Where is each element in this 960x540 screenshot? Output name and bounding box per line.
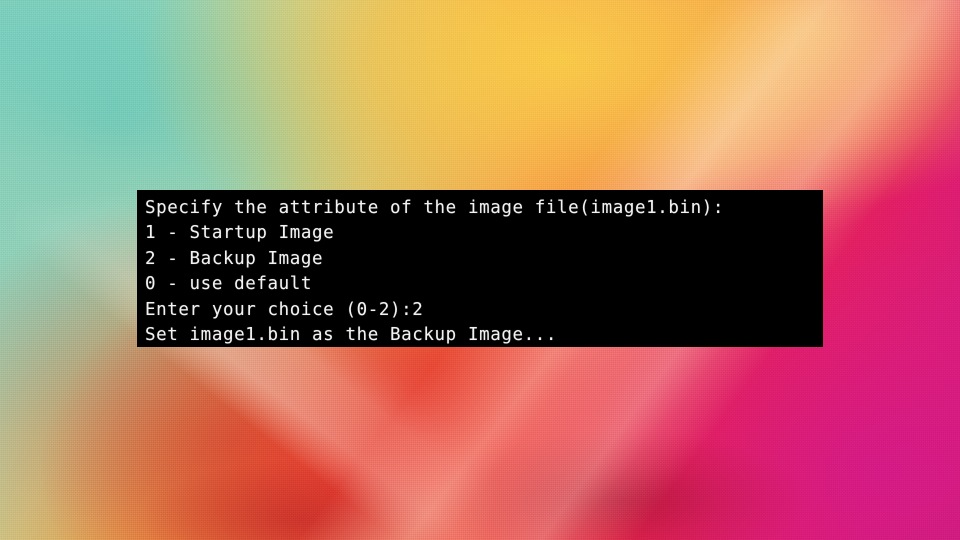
terminal-console[interactable]: Specify the attribute of the image file(… [137,190,823,347]
terminal-line-result: Set image1.bin as the Backup Image... [145,325,558,346]
terminal-line-option-default: 0 - use default [145,274,313,295]
terminal-line-choice-input[interactable]: Enter your choice (0-2):2 [145,298,823,323]
screen: Specify the attribute of the image file(… [0,0,960,540]
terminal-line-option-startup: 1 - Startup Image [145,223,335,244]
terminal-line-prompt-title: Specify the attribute of the image file(… [145,198,725,218]
terminal-line-option-backup: 2 - Backup Image [145,248,324,269]
